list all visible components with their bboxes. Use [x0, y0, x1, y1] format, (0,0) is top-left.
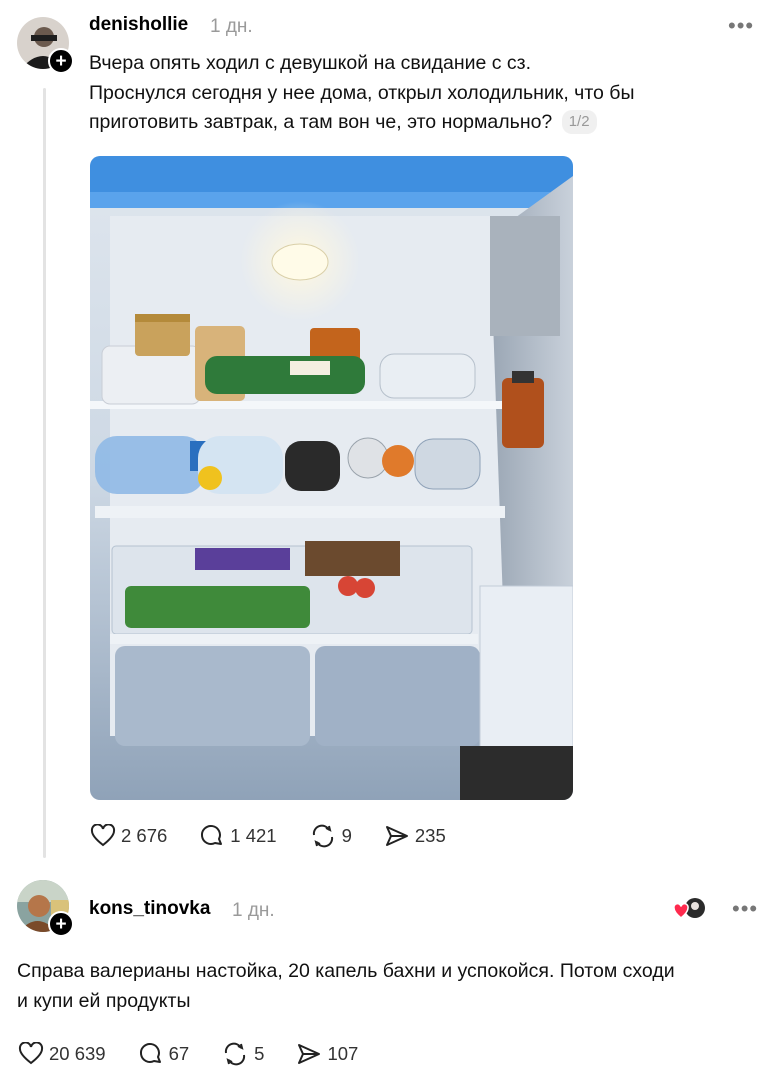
share-count: 107 — [327, 1043, 359, 1064]
repost-icon — [312, 824, 333, 848]
post-text: Вчера опять ходил с девушкой на свидание… — [89, 49, 634, 138]
heart-icon — [673, 902, 689, 919]
reply-text: Справа валерианы настойка, 20 капель бах… — [17, 957, 675, 1016]
heart-icon — [90, 824, 116, 847]
share-icon — [298, 1044, 321, 1064]
post-text-line: приготовить завтрак, а там вон че, это н… — [89, 108, 634, 138]
post-username[interactable]: denishollie — [89, 14, 188, 36]
reply-time: 1 дн. — [232, 900, 275, 921]
comment-button[interactable]: 67 — [138, 1041, 190, 1067]
share-icon — [385, 826, 408, 846]
post-text-line: Вчера опять ходил с девушкой на свидание… — [89, 52, 532, 74]
follow-plus-icon[interactable]: + — [48, 48, 74, 74]
share-button[interactable]: 107 — [296, 1042, 358, 1066]
reply-text-line: и купи ей продукты — [17, 989, 191, 1012]
more-icon[interactable]: ••• — [728, 13, 754, 39]
reply-actions: 20 639 67 5 107 — [18, 1041, 390, 1067]
post-time: 1 дн. — [210, 16, 253, 37]
repost-icon — [225, 1042, 246, 1066]
thread-line — [43, 88, 46, 858]
repost-button[interactable]: 9 — [309, 823, 352, 849]
like-button[interactable]: 20 639 — [18, 1042, 106, 1066]
post-photo[interactable] — [90, 156, 573, 800]
comment-icon — [139, 1043, 161, 1063]
share-count: 235 — [414, 825, 446, 846]
reply-text-line: Справа валерианы настойка, 20 капель бах… — [17, 960, 675, 982]
comment-count: 67 — [168, 1043, 190, 1064]
author-liked-indicator — [673, 897, 709, 921]
media-page-indicator: 1/2 — [561, 110, 597, 134]
repost-button[interactable]: 5 — [221, 1041, 264, 1067]
comment-count: 1 421 — [230, 825, 277, 846]
follow-plus-icon[interactable]: + — [48, 911, 74, 937]
share-button[interactable]: 235 — [384, 824, 446, 848]
like-count: 2 676 — [121, 825, 168, 846]
post-text-line: Проснулся сегодня у нее дома, открыл хол… — [89, 81, 635, 104]
post-actions: 2 676 1 421 9 235 — [90, 823, 478, 849]
repost-count: 5 — [254, 1043, 265, 1064]
comment-button[interactable]: 1 421 — [199, 823, 277, 849]
more-icon[interactable]: ••• — [732, 896, 758, 922]
comment-icon — [201, 825, 223, 845]
like-count: 20 639 — [49, 1043, 106, 1064]
repost-count: 9 — [341, 825, 352, 846]
heart-icon — [18, 1042, 44, 1065]
like-button[interactable]: 2 676 — [90, 824, 167, 848]
reply-username[interactable]: kons_tinovka — [89, 898, 210, 920]
